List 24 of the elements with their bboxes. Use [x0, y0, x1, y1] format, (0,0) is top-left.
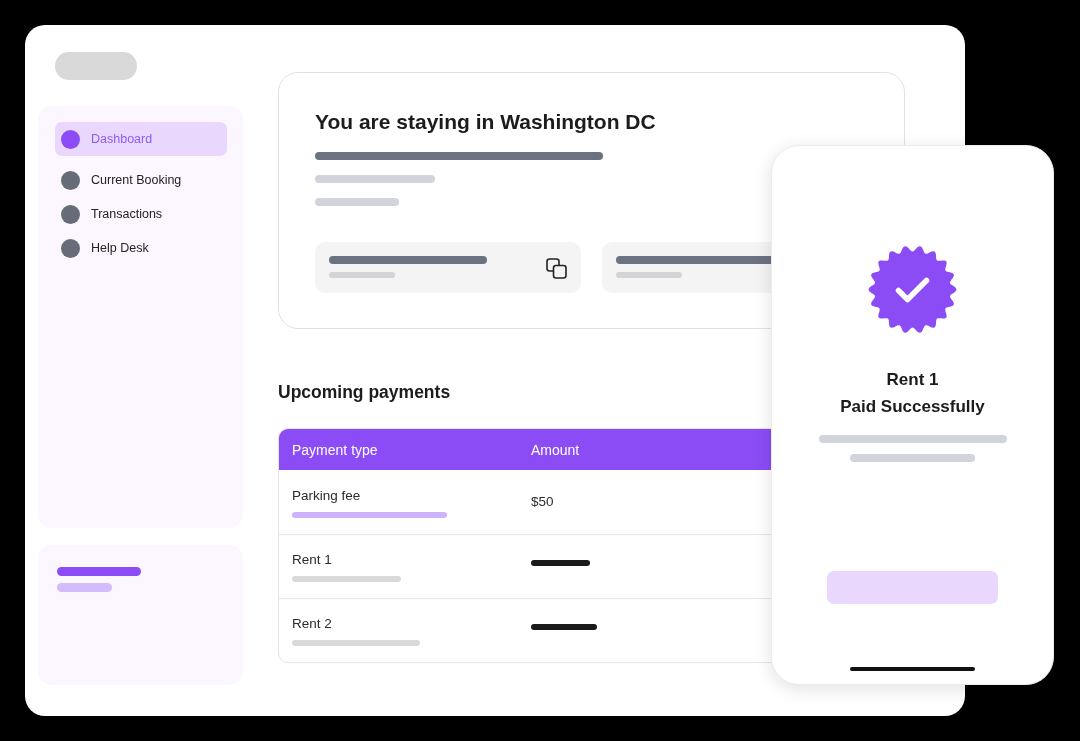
table-cell: $50 — [531, 493, 554, 511]
column-header: Amount — [531, 441, 580, 458]
copy-icon[interactable] — [546, 258, 567, 279]
circle-icon — [61, 129, 80, 149]
circle-icon — [61, 204, 80, 224]
nav-item[interactable]: Current Booking — [55, 163, 227, 197]
check-badge-icon — [868, 245, 957, 334]
placeholder-bar — [329, 272, 395, 278]
placeholder-bar — [616, 272, 682, 278]
circle-icon — [61, 170, 80, 190]
column-header: Payment type — [292, 441, 378, 458]
nav-item[interactable]: Transactions — [55, 197, 227, 231]
nav-item[interactable]: Help Desk — [55, 231, 227, 265]
redacted-amount-bar — [531, 559, 590, 566]
table-cell: Rent 2 — [292, 615, 332, 633]
table-cell: Rent 1 — [292, 551, 332, 569]
status-message: Paid Successfully — [840, 396, 985, 418]
circle-icon — [61, 238, 80, 258]
placeholder-bar — [57, 583, 112, 592]
section-title: Upcoming payments — [278, 381, 451, 403]
card-title: You are staying in Washington DC — [315, 109, 656, 135]
status-title: Rent 1 — [886, 369, 939, 391]
table-cell: Parking fee — [292, 486, 361, 505]
redacted-amount-bar — [531, 623, 597, 630]
